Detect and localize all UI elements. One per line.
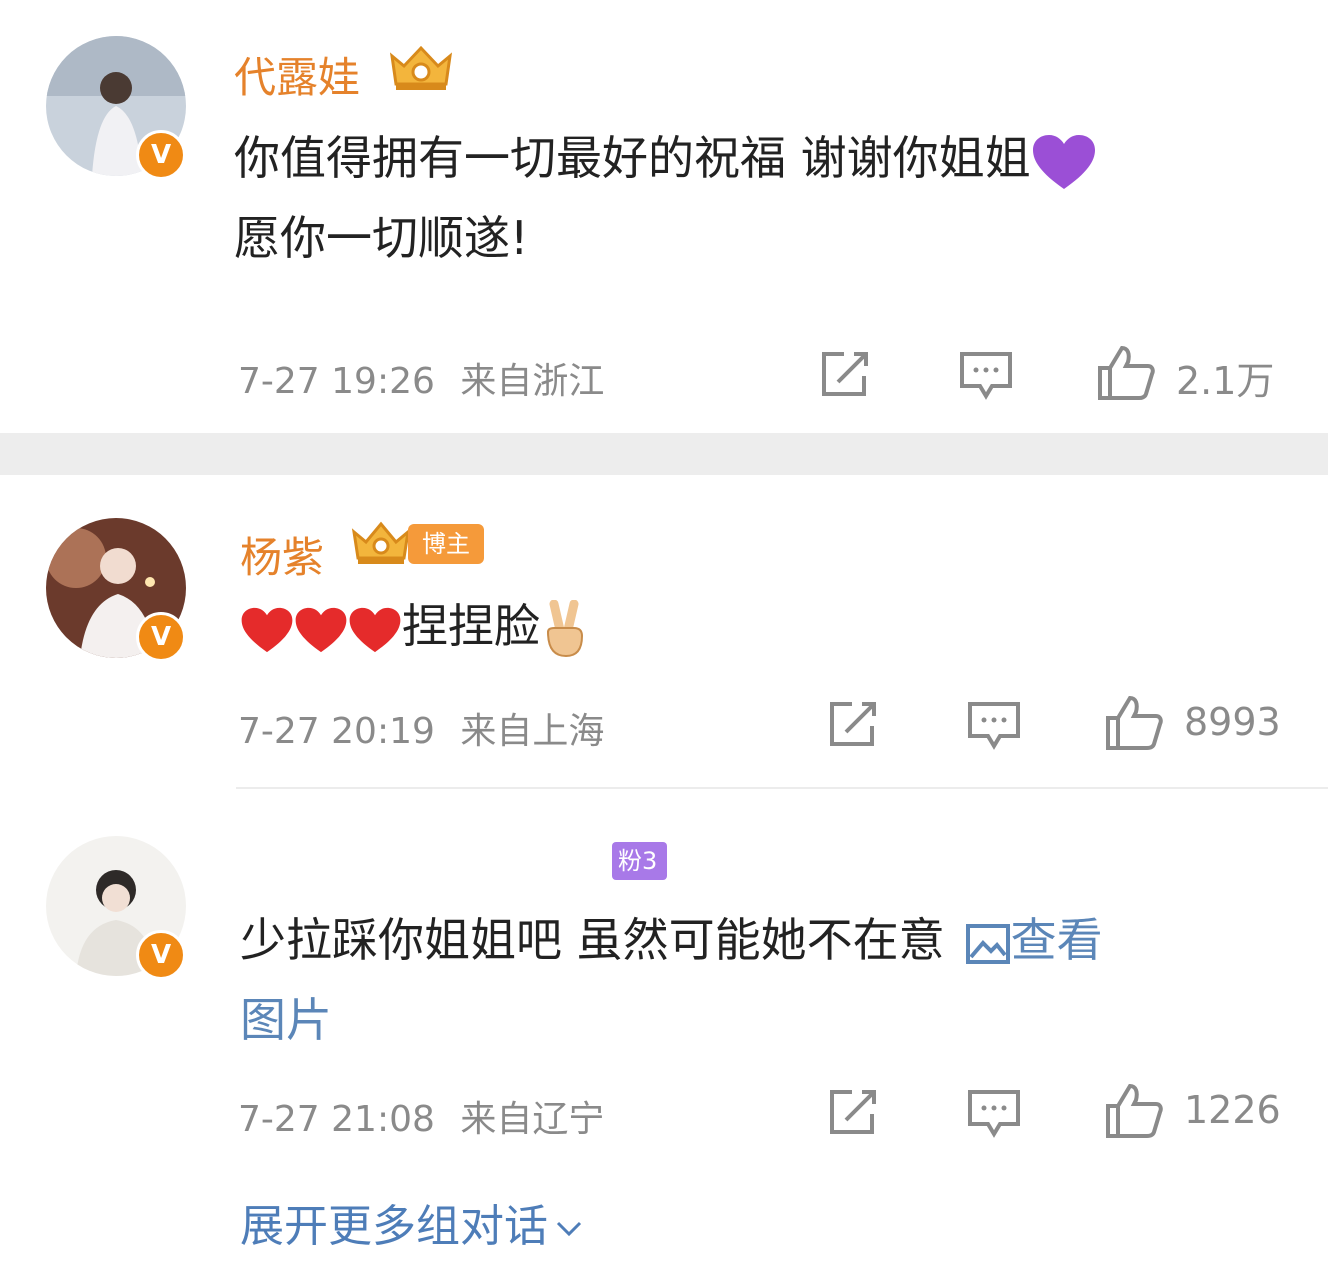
timestamp: 7-27 20:19 (238, 711, 435, 752)
like-count: 8993 (1184, 700, 1281, 744)
location: 来自上海 (460, 711, 605, 752)
view-image-label[interactable]: 查看 (1011, 913, 1103, 967)
crown-icon (351, 521, 411, 564)
verified-badge: V (136, 612, 186, 662)
like-icon[interactable] (1096, 344, 1156, 402)
like-count: 2.1万 (1176, 359, 1275, 403)
heart-icon (241, 607, 293, 652)
view-image-link[interactable]: 查看 (965, 913, 1103, 967)
repost-icon[interactable] (826, 1088, 880, 1138)
like-count: 1226 (1184, 1088, 1281, 1132)
comment-text: 少拉踩你姐姐吧 虽然可能她不在意 查看 (240, 900, 1103, 980)
comment-meta: 7-27 21:08 来自辽宁 (238, 1090, 604, 1142)
like-icon[interactable] (1104, 694, 1164, 752)
victory-hand-icon (546, 599, 584, 657)
location: 来自辽宁 (460, 1099, 605, 1140)
comment-text-line2: 愿你一切顺遂! (234, 211, 529, 265)
view-image-link-continued[interactable]: 图片 (240, 980, 332, 1060)
image-icon (965, 923, 1010, 964)
repost-icon[interactable] (826, 700, 880, 750)
comment-text: 你值得拥有一切最好的祝福 谢谢你姐姐 (234, 118, 1097, 198)
comment-meta: 7-27 20:19 来自上海 (238, 702, 604, 754)
timestamp: 7-27 21:08 (238, 1099, 435, 1140)
section-divider (0, 433, 1328, 475)
comment-text: 捏捏脸 (240, 586, 590, 666)
repost-icon[interactable] (818, 350, 872, 400)
comment-text-line: 捏捏脸 (402, 599, 540, 653)
location: 来自浙江 (460, 361, 605, 402)
crown-icon (389, 45, 453, 90)
commenter-name[interactable]: 代露娃 (234, 44, 360, 105)
blogger-tag: 博主 (408, 524, 484, 564)
comment-meta: 7-27 19:26 来自浙江 (238, 352, 604, 404)
comment-text-line: 你值得拥有一切最好的祝福 谢谢你姐姐 (234, 131, 1031, 185)
purple-heart-icon (1032, 134, 1095, 189)
expand-more-label[interactable]: 展开更多组对话 (240, 1201, 548, 1252)
like-icon[interactable] (1104, 1082, 1164, 1140)
comment-text-line: 少拉踩你姐姐吧 虽然可能她不在意 (240, 913, 945, 967)
comment-icon[interactable] (958, 350, 1014, 400)
comment-icon[interactable] (966, 700, 1022, 750)
commenter-name[interactable]: 杨紫 (240, 524, 324, 585)
timestamp: 7-27 19:26 (238, 361, 435, 402)
verified-badge: V (136, 930, 186, 980)
fan-level-tag: 粉3 (612, 842, 668, 880)
chevron-down-icon (556, 1221, 582, 1237)
expand-more-button[interactable]: 展开更多组对话 (240, 1190, 584, 1254)
verified-badge: V (136, 130, 186, 180)
comment-divider (236, 787, 1328, 789)
heart-icon (349, 607, 401, 652)
heart-icon (295, 607, 347, 652)
comment-icon[interactable] (966, 1088, 1022, 1138)
